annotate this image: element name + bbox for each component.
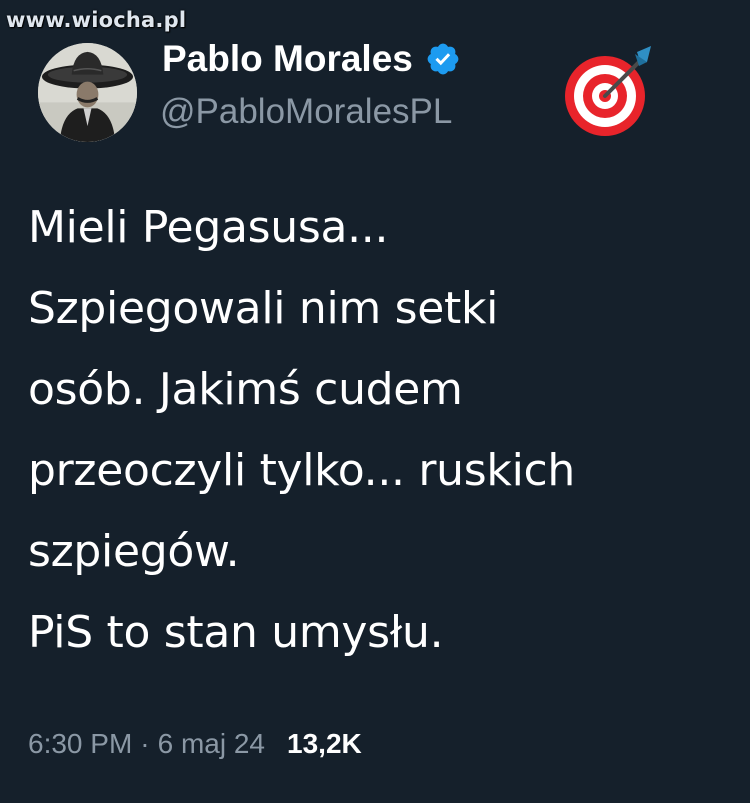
tweet-date[interactable]: 6 maj 24 (158, 728, 265, 760)
tweet-line: Mieli Pegasusa... (28, 202, 389, 253)
author-name-label: Pablo Morales (162, 38, 413, 79)
tweet-line: szpiegów. (28, 526, 240, 577)
author-name[interactable]: Pablo Morales (162, 38, 461, 80)
site-watermark: www.wiocha.pl (6, 8, 187, 32)
author-handle[interactable]: @PabloMoralesPL (160, 92, 452, 132)
tweet-line: przeoczyli tylko... ruskich (28, 445, 575, 496)
tweet-line: osób. Jakimś cudem (28, 364, 463, 415)
tweet-text: Mieli Pegasusa... Szpiegowali nim setki … (28, 187, 728, 673)
sombrero-man-portrait (38, 43, 137, 142)
tweet-line: Szpiegowali nim setki (28, 283, 499, 334)
tweet-time[interactable]: 6:30 PM (28, 728, 132, 760)
verified-badge-icon (425, 41, 461, 77)
meta-separator: · (140, 728, 150, 759)
tweet-meta: 6:30 PM · 6 maj 24 13,2K (28, 728, 362, 760)
tweet-line: PiS to stan umysłu. (28, 607, 444, 658)
direct-hit-target-icon (551, 40, 663, 140)
avatar[interactable] (38, 43, 137, 142)
view-count[interactable]: 13,2K (287, 728, 362, 760)
